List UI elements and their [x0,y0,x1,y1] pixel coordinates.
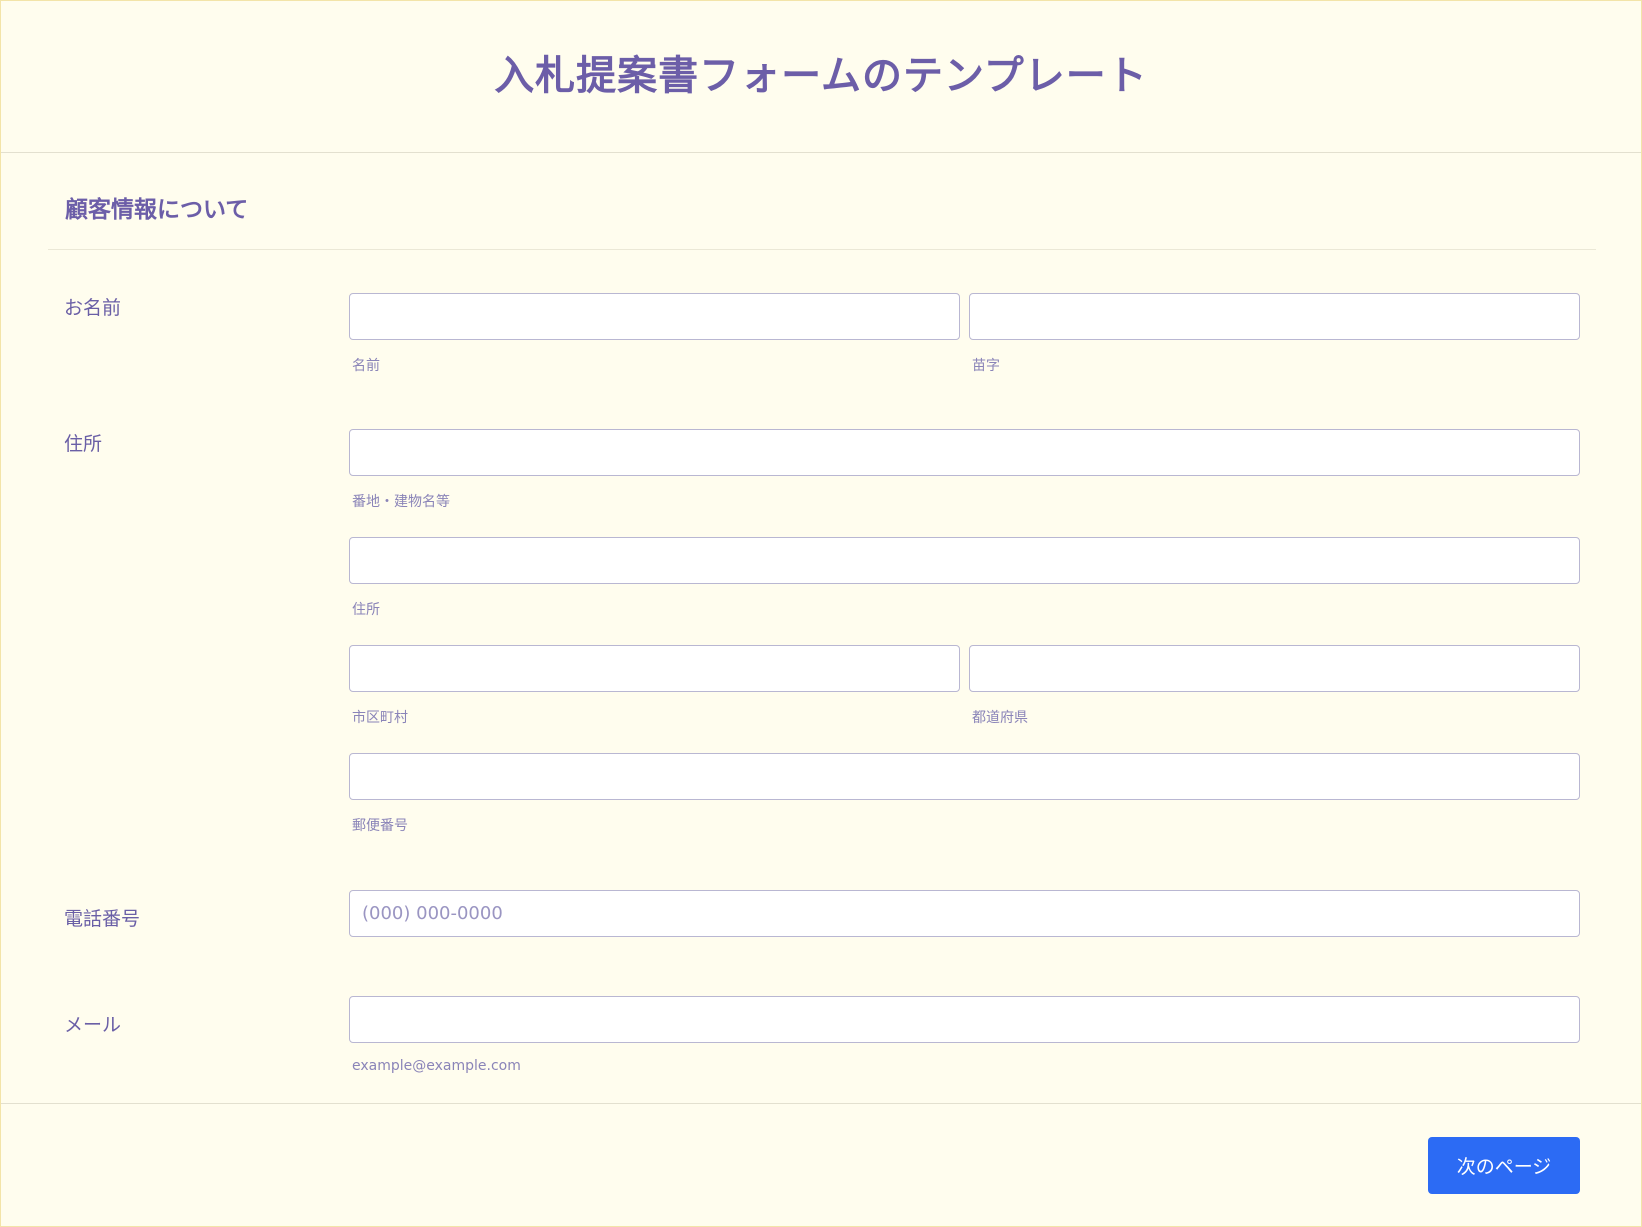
prefecture-input[interactable] [969,645,1580,692]
section-title: 顧客情報について [65,197,249,223]
city-input[interactable] [349,645,960,692]
form-title: 入札提案書フォームのテンプレート [494,52,1148,99]
phone-label: 電話番号 [64,908,141,930]
address-label: 住所 [64,433,103,455]
address-line2-sublabel: 住所 [352,602,380,618]
name-label: お名前 [64,297,122,319]
address-line2-input[interactable] [349,537,1580,584]
next-page-button[interactable]: 次のページ [1428,1137,1580,1194]
email-sublabel: example@example.com [352,1058,521,1074]
form-header: 入札提案書フォームのテンプレート [1,1,1641,153]
first-name-input[interactable] [349,293,960,340]
section-heading: 顧客情報について [48,152,1596,250]
city-sublabel: 市区町村 [352,710,408,726]
first-name-sublabel: 名前 [352,358,380,374]
email-label: メール [64,1014,122,1036]
street-address-input[interactable] [349,429,1580,476]
email-input[interactable] [349,996,1580,1043]
prefecture-sublabel: 都道府県 [972,710,1028,726]
postal-code-input[interactable] [349,753,1580,800]
last-name-sublabel: 苗字 [972,358,1000,374]
last-name-input[interactable] [969,293,1580,340]
phone-input[interactable] [349,890,1580,937]
form-footer: 次のページ [1,1103,1641,1227]
bid-proposal-form: 入札提案書フォームのテンプレート 顧客情報について お名前 名前 苗字 住所 番… [0,0,1642,1227]
street-address-sublabel: 番地・建物名等 [352,494,450,510]
postal-code-sublabel: 郵便番号 [352,818,408,834]
